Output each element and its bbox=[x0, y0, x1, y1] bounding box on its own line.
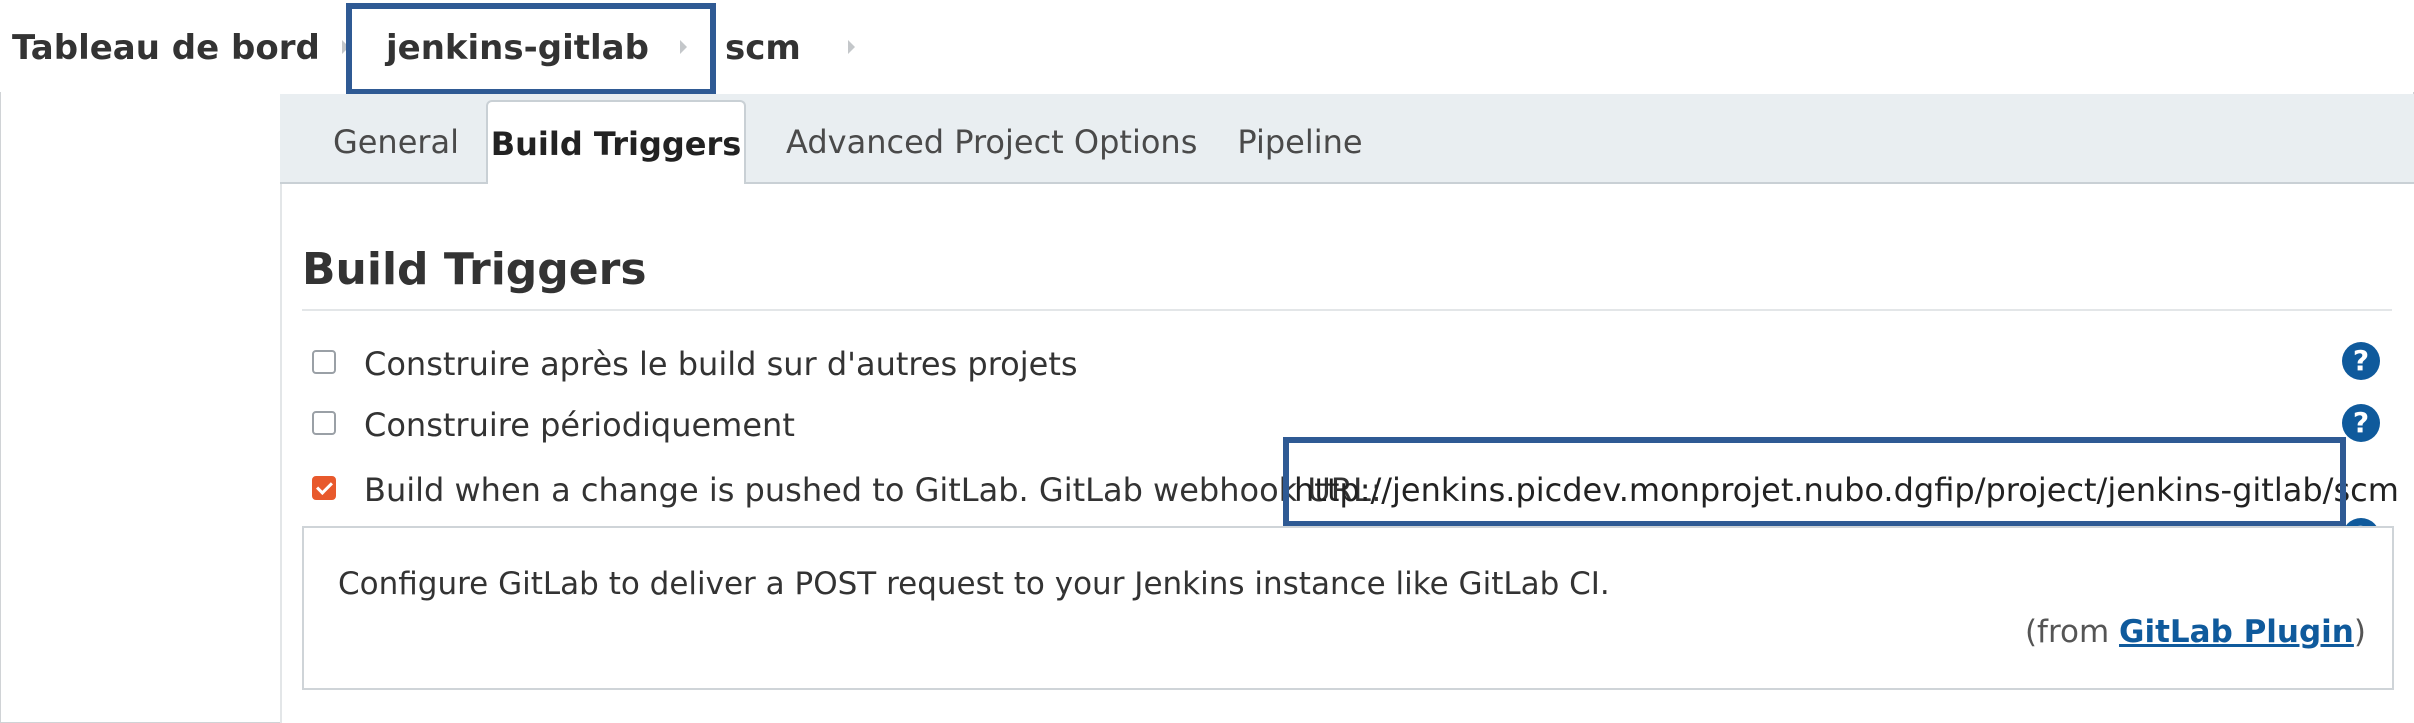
tab-general[interactable]: General bbox=[326, 102, 466, 182]
help-source: (from GitLab Plugin) bbox=[2024, 614, 2366, 650]
help-text: Configure GitLab to deliver a POST reque… bbox=[338, 566, 1610, 602]
tab-pipeline[interactable]: Pipeline bbox=[1232, 102, 1368, 182]
checkbox-build-after-other-projects[interactable] bbox=[312, 350, 336, 374]
config-tab-strip: General Build Triggers Advanced Project … bbox=[280, 94, 2414, 186]
breadcrumb-separator-icon[interactable] bbox=[848, 40, 855, 54]
gitlab-plugin-link[interactable]: GitLab Plugin bbox=[2119, 614, 2354, 650]
section-divider bbox=[302, 309, 2392, 311]
help-icon[interactable]: ? bbox=[2342, 342, 2380, 380]
help-panel: Configure GitLab to deliver a POST reque… bbox=[302, 526, 2394, 690]
option-label[interactable]: Build when a change is pushed to GitLab.… bbox=[364, 470, 1382, 510]
option-label[interactable]: Construire périodiquement bbox=[364, 405, 795, 445]
tab-advanced-project-options[interactable]: Advanced Project Options bbox=[786, 102, 1197, 182]
breadcrumb-separator-icon[interactable] bbox=[680, 40, 687, 54]
breadcrumb-scm[interactable]: scm bbox=[725, 24, 801, 72]
breadcrumb-dashboard[interactable]: Tableau de bord bbox=[12, 24, 320, 72]
breadcrumb: Tableau de bord jenkins-gitlab scm bbox=[0, 0, 2414, 92]
checkbox-build-periodically[interactable] bbox=[312, 411, 336, 435]
breadcrumb-separator-icon[interactable] bbox=[342, 40, 349, 54]
section-title: Build Triggers bbox=[302, 244, 647, 295]
help-icon[interactable]: ? bbox=[2342, 404, 2380, 442]
gitlab-webhook-url: http://jenkins.picdev.monprojet.nubo.dgf… bbox=[1294, 471, 2399, 509]
checkbox-build-on-gitlab-push[interactable] bbox=[312, 476, 336, 500]
option-label[interactable]: Construire après le build sur d'autres p… bbox=[364, 344, 1078, 384]
breadcrumb-project[interactable]: jenkins-gitlab bbox=[386, 24, 649, 72]
tab-build-triggers[interactable]: Build Triggers bbox=[486, 100, 746, 186]
